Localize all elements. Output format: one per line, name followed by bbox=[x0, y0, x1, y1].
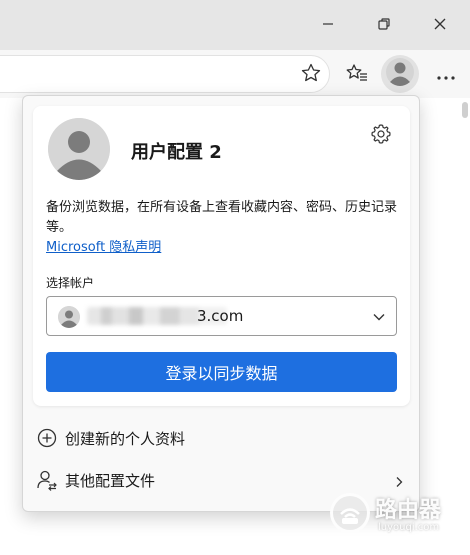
privacy-link[interactable]: Microsoft 隐私声明 bbox=[46, 236, 161, 255]
chevron-down-icon bbox=[372, 310, 386, 324]
people-switch-icon bbox=[35, 468, 59, 492]
scrollbar[interactable] bbox=[462, 102, 468, 118]
avatar-icon bbox=[385, 57, 415, 91]
watermark-subtitle: luyouqi.com bbox=[378, 522, 440, 533]
account-select[interactable]: 3.com bbox=[46, 296, 397, 336]
profile-button[interactable] bbox=[381, 55, 419, 93]
add-circle-icon bbox=[35, 426, 59, 450]
address-bar[interactable] bbox=[0, 55, 330, 93]
signin-sync-button[interactable]: 登录以同步数据 bbox=[46, 352, 397, 392]
profile-name: 用户配置 2 bbox=[131, 142, 222, 163]
choose-account-label: 选择帐户 bbox=[46, 276, 95, 290]
browser-toolbar bbox=[0, 50, 470, 100]
favorites-button[interactable] bbox=[344, 63, 370, 87]
star-icon bbox=[300, 62, 322, 88]
menu-item-label: 其他配置文件 bbox=[65, 471, 156, 490]
profile-settings-button[interactable] bbox=[369, 124, 393, 148]
restore-button[interactable] bbox=[356, 0, 412, 50]
gear-icon bbox=[370, 123, 392, 149]
favorites-list-icon bbox=[345, 62, 369, 88]
router-logo-icon bbox=[330, 493, 370, 533]
profile-flyout: 用户配置 2 备份浏览数据，在所有设备上查看收藏内容、密码、历史记录等。 Mic… bbox=[22, 95, 420, 512]
close-icon bbox=[433, 16, 447, 35]
more-icon bbox=[436, 66, 456, 85]
restore-icon bbox=[377, 16, 391, 35]
minimize-button[interactable] bbox=[300, 0, 356, 50]
close-button[interactable] bbox=[412, 0, 468, 50]
sync-description: 备份浏览数据，在所有设备上查看收藏内容、密码、历史记录等。 bbox=[46, 200, 398, 235]
account-avatar bbox=[58, 306, 80, 328]
avatar bbox=[48, 118, 110, 180]
minimize-icon bbox=[321, 16, 335, 35]
watermark-title: 路由器 bbox=[375, 498, 442, 523]
profile-card: 用户配置 2 备份浏览数据，在所有设备上查看收藏内容、密码、历史记录等。 Mic… bbox=[33, 106, 410, 406]
menu-item-create-profile[interactable]: 创建新的个人资料 bbox=[35, 420, 411, 456]
favorite-button[interactable] bbox=[298, 63, 324, 87]
account-email: 3.com bbox=[197, 307, 244, 325]
menu-item-label: 创建新的个人资料 bbox=[65, 429, 186, 448]
more-button[interactable] bbox=[432, 63, 460, 87]
title-bar bbox=[0, 0, 470, 50]
watermark-logo: 路由器 luyouqi.com bbox=[330, 490, 465, 540]
